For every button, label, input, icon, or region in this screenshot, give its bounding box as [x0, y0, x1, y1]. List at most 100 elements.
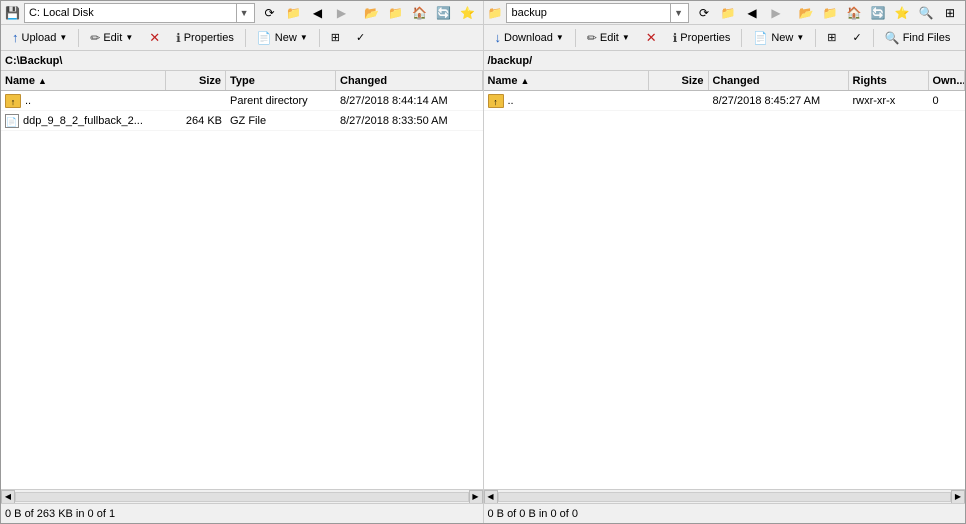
left-col-headers: Name ▲ Size Type Changed	[1, 71, 483, 91]
right-properties-button[interactable]: ℹ Properties	[666, 27, 738, 49]
parent-folder-icon: ↑	[5, 94, 21, 108]
left-expand-icon: ⊞	[331, 31, 340, 44]
left-properties-icon: ℹ	[176, 31, 181, 45]
left-file-type-1: GZ File	[226, 115, 336, 127]
right-delete-icon: ✕	[646, 30, 657, 46]
left-toolbar-icon2[interactable]: 📁	[283, 2, 305, 24]
left-delete-button[interactable]: ✕	[142, 27, 167, 49]
right-col-size-header[interactable]: Size	[649, 71, 709, 90]
left-sort-arrow: ▲	[38, 76, 47, 86]
left-panel: Name ▲ Size Type Changed ↑ ..	[1, 71, 484, 489]
right-toolbar: ↓ Download ▼ ✏ Edit ▼ ✕ ℹ Properties 📄 N…	[484, 25, 966, 50]
right-sort-arrow: ▲	[520, 76, 529, 86]
right-toolbar-icon1[interactable]: ⟳	[693, 2, 715, 24]
sep6	[815, 29, 816, 47]
right-file-rights-0: rwxr-xr-x	[849, 95, 929, 107]
left-col-name-header[interactable]: Name ▲	[1, 71, 166, 90]
left-scroll-track[interactable]	[15, 492, 469, 502]
right-file-list[interactable]: ↑ .. 8/27/2018 8:45:27 AM rwxr-xr-x 0	[484, 91, 966, 489]
right-find-btn[interactable]: 🔍	[915, 2, 937, 24]
right-nav-icons: ⟳ 📁 ◀ ▶ 📂 📁 🏠 🔄 ⭐ 🔍 ⊞	[693, 2, 961, 24]
left-new-arrow: ▼	[300, 33, 308, 42]
right-extra-btn[interactable]: ⊞	[939, 2, 961, 24]
right-properties-label: Properties	[680, 32, 730, 44]
left-col-changed-header[interactable]: Changed	[336, 71, 483, 90]
left-combo-arrow[interactable]: ▼	[236, 4, 252, 22]
left-scroll-left[interactable]: ◀	[1, 490, 15, 504]
left-edit-arrow: ▼	[125, 33, 133, 42]
left-col-type-header[interactable]: Type	[226, 71, 336, 90]
left-properties-button[interactable]: ℹ Properties	[169, 27, 241, 49]
right-collapse-button[interactable]: ✓	[846, 27, 869, 49]
left-status: 0 B of 263 KB in 0 of 1	[1, 504, 484, 523]
right-edit-arrow: ▼	[622, 33, 630, 42]
right-scroll-left[interactable]: ◀	[484, 490, 498, 504]
download-button[interactable]: ↓ Download ▼	[488, 27, 571, 49]
right-parent-icon: ↑	[488, 94, 504, 108]
right-file-name-0: ↑ ..	[484, 94, 649, 108]
left-bookmark-btn[interactable]: ⭐	[457, 2, 479, 24]
right-new-button[interactable]: 📄 New ▼	[746, 27, 811, 49]
upload-button[interactable]: ↑ Upload ▼	[5, 27, 74, 49]
left-col-size-header[interactable]: Size	[166, 71, 226, 90]
right-location-combo[interactable]: backup ▼	[506, 3, 689, 23]
right-scrollbar[interactable]: ◀ ▶	[484, 490, 966, 503]
right-scroll-track[interactable]	[498, 492, 952, 502]
right-col-owner-header[interactable]: Own...	[929, 71, 966, 90]
download-arrow: ▼	[556, 33, 564, 42]
right-open-folder-btn[interactable]: 📂	[795, 2, 817, 24]
left-scroll-right[interactable]: ▶	[469, 490, 483, 504]
sep7	[873, 29, 874, 47]
left-edit-button[interactable]: ✏ Edit ▼	[83, 27, 140, 49]
right-expand-icon: ⊞	[827, 31, 836, 44]
left-back-btn[interactable]: ◀	[307, 2, 329, 24]
left-edit-label: Edit	[103, 32, 122, 44]
left-file-list[interactable]: ↑ .. Parent directory 8/27/2018 8:44:14 …	[1, 91, 483, 489]
table-row[interactable]: ↑ .. 8/27/2018 8:45:27 AM rwxr-xr-x 0	[484, 91, 966, 111]
left-home-btn[interactable]: 🏠	[409, 2, 431, 24]
left-file-changed-1: 8/27/2018 8:33:50 AM	[336, 115, 483, 127]
left-refresh-btn[interactable]: 🔄	[433, 2, 455, 24]
right-combo-arrow[interactable]: ▼	[670, 4, 686, 22]
right-file-owner-0: 0	[929, 95, 966, 107]
left-delete-icon: ✕	[149, 30, 160, 46]
right-properties-icon: ℹ	[673, 31, 678, 45]
right-new-folder-btn[interactable]: 📁	[819, 2, 841, 24]
right-edit-button[interactable]: ✏ Edit ▼	[580, 27, 637, 49]
find-files-label: Find Files	[903, 32, 951, 44]
left-file-changed-0: 8/27/2018 8:44:14 AM	[336, 95, 483, 107]
right-delete-button[interactable]: ✕	[639, 27, 664, 49]
right-toolbar-icon2[interactable]: 📁	[717, 2, 739, 24]
right-col-headers: Name ▲ Size Changed Rights Own...	[484, 71, 966, 91]
left-open-folder-btn[interactable]: 📂	[361, 2, 383, 24]
left-collapse-button[interactable]: ✓	[349, 27, 372, 49]
right-edit-label: Edit	[600, 32, 619, 44]
left-expand-button[interactable]: ⊞	[324, 27, 347, 49]
left-toolbar: ↑ Upload ▼ ✏ Edit ▼ ✕ ℹ Properties 📄 New	[1, 25, 484, 50]
left-collapse-icon: ✓	[356, 31, 365, 44]
right-col-changed-header[interactable]: Changed	[709, 71, 849, 90]
right-bookmark-btn[interactable]: ⭐	[891, 2, 913, 24]
right-col-rights-header[interactable]: Rights	[849, 71, 929, 90]
right-back-btn[interactable]: ◀	[741, 2, 763, 24]
right-home-btn[interactable]: 🏠	[843, 2, 865, 24]
right-forward-btn[interactable]: ▶	[765, 2, 787, 24]
right-scroll-right[interactable]: ▶	[951, 490, 965, 504]
table-row[interactable]: ↑ .. Parent directory 8/27/2018 8:44:14 …	[1, 91, 483, 111]
left-drive-icon: 💾	[5, 6, 20, 20]
left-scrollbar[interactable]: ◀ ▶	[1, 490, 484, 503]
left-file-name-0: ↑ ..	[1, 94, 166, 108]
left-forward-btn[interactable]: ▶	[331, 2, 353, 24]
find-files-button[interactable]: 🔍 Find Files	[878, 27, 958, 49]
left-new-folder-btn[interactable]: 📁	[385, 2, 407, 24]
sep2	[245, 29, 246, 47]
left-properties-label: Properties	[184, 32, 234, 44]
left-toolbar-icon1[interactable]: ⟳	[259, 2, 281, 24]
left-new-button[interactable]: 📄 New ▼	[250, 27, 315, 49]
left-location-combo[interactable]: C: Local Disk ▼	[24, 3, 255, 23]
left-status-text: 0 B of 263 KB in 0 of 1	[5, 508, 115, 520]
right-expand-button[interactable]: ⊞	[820, 27, 843, 49]
right-refresh-btn[interactable]: 🔄	[867, 2, 889, 24]
table-row[interactable]: 📄 ddp_9_8_2_fullback_2... 264 KB GZ File…	[1, 111, 483, 131]
right-col-name-header[interactable]: Name ▲	[484, 71, 649, 90]
